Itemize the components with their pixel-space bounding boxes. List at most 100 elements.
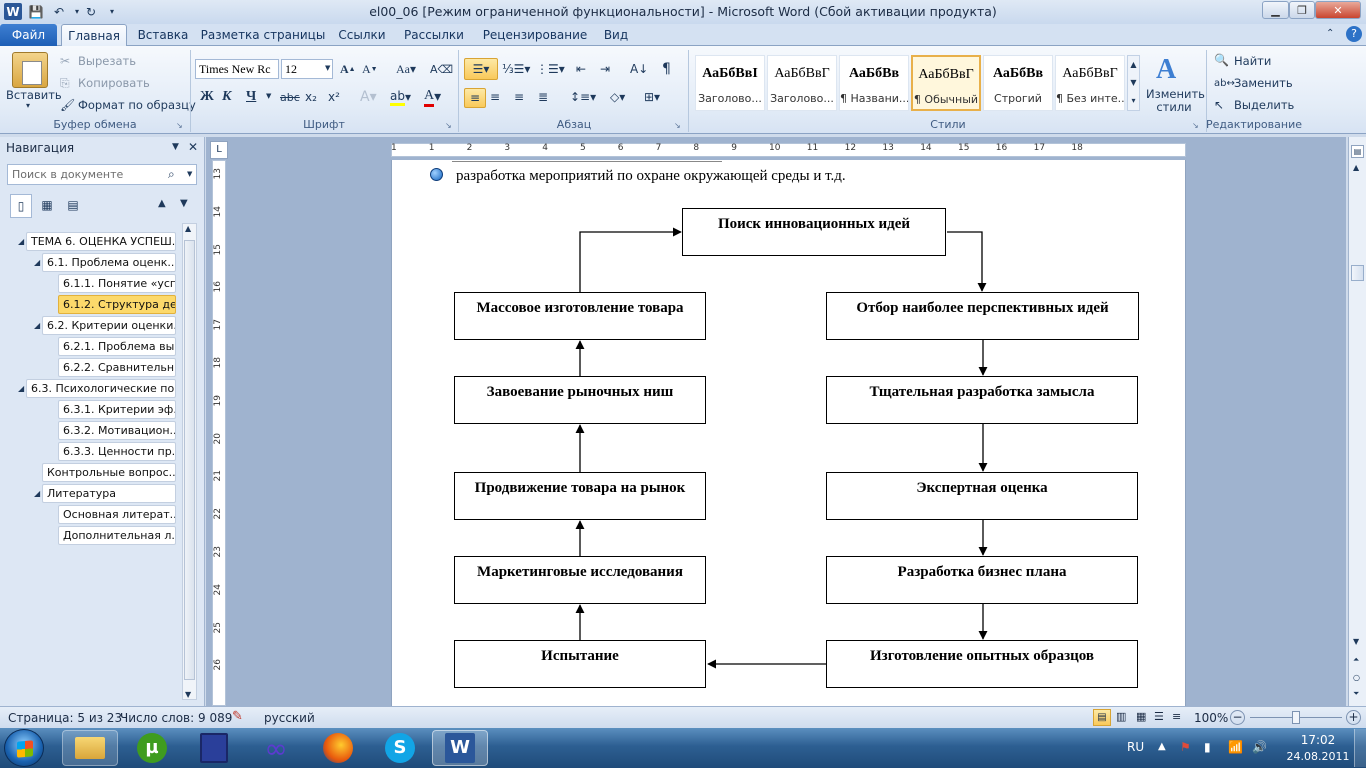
nav-item[interactable]: 6.1. Проблема оценк...	[42, 253, 176, 272]
bullets-button[interactable]: ☰▾	[464, 58, 498, 80]
sort-icon[interactable]: A↓	[630, 60, 648, 78]
utorrent-taskbar-icon[interactable]: µ	[124, 730, 180, 766]
word-taskbar-icon[interactable]: W	[432, 730, 488, 766]
nav-item[interactable]: 6.3. Психологические по...	[26, 379, 176, 398]
tab-references[interactable]: Ссылки	[334, 24, 390, 46]
previous-heading-icon[interactable]: ▲	[158, 198, 166, 209]
collapse-arrow-icon[interactable]: ◢	[34, 321, 40, 330]
align-right-icon[interactable]: ≡	[514, 88, 524, 106]
zoom-slider-thumb[interactable]	[1292, 711, 1300, 724]
nav-item[interactable]: ТЕМА 6. ОЦЕНКА УСПЕШ...	[26, 232, 176, 251]
nav-item-selected[interactable]: 6.1.2. Структура де...	[58, 295, 176, 314]
find-button[interactable]: Найти	[1234, 54, 1271, 68]
proofing-icon[interactable]: ✎	[232, 709, 243, 724]
nav-search-field[interactable]: Поиск в документе ⌕ ▼	[7, 164, 197, 185]
show-hidden-icons-icon[interactable]: ▲	[1158, 741, 1166, 752]
clear-formatting-icon[interactable]: A⌫	[430, 60, 453, 78]
restore-button[interactable]: ❐	[1289, 1, 1315, 19]
select-button[interactable]: Выделить	[1234, 98, 1294, 112]
replace-button[interactable]: Заменить	[1234, 76, 1293, 90]
grow-font-icon[interactable]: A ▲	[340, 60, 356, 78]
nav-item[interactable]: Контрольные вопрос...	[42, 463, 176, 482]
nav-item[interactable]: 6.3.2. Мотивацион...	[58, 421, 176, 440]
clock-date[interactable]: 24.08.2011	[1286, 750, 1350, 763]
firefox-taskbar-icon[interactable]	[310, 730, 366, 766]
paste-button[interactable]: Вставить	[6, 88, 62, 102]
decrease-indent-icon[interactable]: ⇤	[576, 60, 586, 78]
nav-item[interactable]: Основная литерат...	[58, 505, 176, 524]
search-icon[interactable]: ⌕	[168, 167, 175, 182]
format-painter-icon[interactable]: 🖌	[60, 96, 75, 114]
underline-dropdown-icon[interactable]: ▼	[266, 92, 271, 100]
explorer-taskbar-icon[interactable]	[62, 730, 118, 766]
style-no-spacing[interactable]: АаБбВвГ ¶ Без инте...	[1055, 55, 1125, 111]
align-left-button[interactable]: ≡	[464, 88, 486, 108]
scroll-thumb[interactable]	[184, 240, 195, 680]
bold-button[interactable]: Ж	[200, 88, 214, 106]
tab-insert[interactable]: Вставка	[134, 24, 192, 46]
outline-view-icon[interactable]: ☰	[1154, 710, 1164, 723]
collapse-arrow-icon[interactable]: ◢	[18, 237, 24, 246]
next-heading-icon[interactable]: ▼	[180, 198, 188, 209]
font-size-dropdown-icon[interactable]: ▼	[325, 64, 330, 72]
scroll-up-icon[interactable]: ▲	[1353, 163, 1359, 172]
start-button[interactable]	[4, 729, 44, 767]
line-spacing-icon[interactable]: ↕≡▾	[570, 88, 596, 106]
close-button[interactable]: ✕	[1315, 1, 1361, 19]
font-name-combo[interactable]: Times New Rc	[195, 59, 279, 79]
save-app-taskbar-icon[interactable]	[186, 730, 242, 766]
battery-icon[interactable]: ▮	[1204, 740, 1211, 754]
nav-item[interactable]: 6.2.2. Сравнительн...	[58, 358, 176, 377]
page-indicator[interactable]: Страница: 5 из 23	[8, 711, 122, 725]
paragraph-launcher-icon[interactable]: ↘	[674, 121, 681, 130]
volume-icon[interactable]: 🔊	[1252, 740, 1267, 754]
minimize-ribbon-icon[interactable]: ⌃	[1326, 28, 1334, 39]
format-painter-button[interactable]: Формат по образцу	[78, 98, 196, 112]
paste-dropdown-icon[interactable]: ▾	[26, 101, 30, 110]
shading-icon[interactable]: ◇▾	[610, 88, 625, 106]
results-view-icon[interactable]: ▤	[62, 194, 84, 218]
superscript-button[interactable]: x²	[328, 88, 340, 106]
copy-button[interactable]: Копировать	[78, 76, 150, 90]
pages-view-icon[interactable]: ▦	[36, 194, 58, 218]
copy-icon[interactable]: ⎘	[60, 74, 70, 92]
headings-view-icon[interactable]: ▯	[10, 194, 32, 218]
scroll-down-icon[interactable]: ▼	[185, 690, 191, 699]
font-color-icon[interactable]: A ▾	[424, 88, 441, 107]
style-heading2[interactable]: АаБбВвГ Заголово...	[767, 55, 837, 111]
tab-file[interactable]: Файл	[0, 24, 57, 46]
increase-indent-icon[interactable]: ⇥	[600, 60, 610, 78]
skype-taskbar-icon[interactable]: S	[372, 730, 428, 766]
select-browse-object-icon[interactable]: ○	[1353, 673, 1360, 682]
find-icon[interactable]: 🔍	[1214, 51, 1229, 69]
shrink-font-icon[interactable]: A ▼	[362, 60, 378, 78]
styles-launcher-icon[interactable]: ↘	[1192, 121, 1199, 130]
tab-selector-icon[interactable]: L	[210, 141, 228, 159]
zoom-out-icon[interactable]: −	[1230, 710, 1245, 725]
collapse-arrow-icon[interactable]: ◢	[34, 258, 40, 267]
collapse-arrow-icon[interactable]: ◢	[18, 384, 24, 393]
help-icon[interactable]: ?	[1346, 26, 1362, 42]
tab-home[interactable]: Главная	[61, 24, 127, 47]
text-effects-icon[interactable]: A▾	[360, 88, 377, 106]
italic-button[interactable]: К	[222, 88, 232, 106]
language-indicator[interactable]: русский	[264, 711, 315, 725]
justify-icon[interactable]: ≣	[538, 88, 548, 106]
show-marks-icon[interactable]: ¶	[662, 60, 671, 78]
clipboard-launcher-icon[interactable]: ↘	[176, 121, 183, 130]
align-center-icon[interactable]: ≡	[490, 88, 500, 106]
infinity-app-taskbar-icon[interactable]: ∞	[248, 730, 304, 766]
draft-view-icon[interactable]: ≡	[1172, 710, 1181, 723]
search-dropdown-icon[interactable]: ▼	[187, 170, 192, 178]
borders-icon[interactable]: ⊞▾	[644, 88, 660, 106]
nav-item[interactable]: Литература	[42, 484, 176, 503]
tab-mailings[interactable]: Рассылки	[398, 24, 470, 46]
next-page-icon[interactable]: ⏷	[1353, 689, 1359, 699]
tab-review[interactable]: Рецензирование	[478, 24, 592, 46]
change-styles-button[interactable]: Изменить стили	[1146, 88, 1205, 114]
previous-page-icon[interactable]: ⏶	[1353, 655, 1359, 665]
style-title[interactable]: АаБбВв ¶ Названи...	[839, 55, 909, 111]
zoom-level[interactable]: 100%	[1194, 711, 1228, 725]
nav-item[interactable]: 6.3.1. Критерии эф...	[58, 400, 176, 419]
style-normal[interactable]: АаБбВвГ ¶ Обычный	[911, 55, 981, 111]
